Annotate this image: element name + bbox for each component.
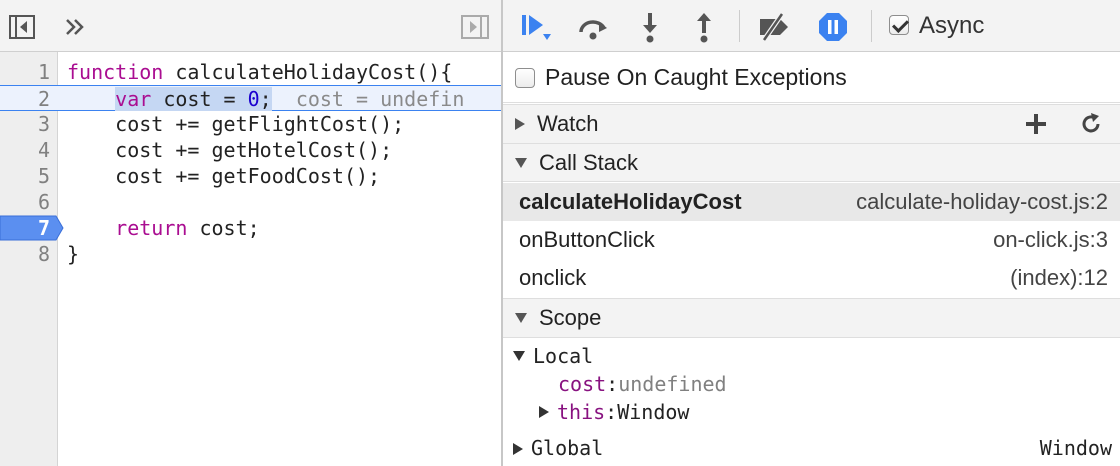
debugger-sidebar: Async Pause On Caught Exceptions Watch C… [503, 0, 1120, 466]
code-line[interactable]: 8} [0, 241, 501, 267]
scope-property-name: this [557, 400, 606, 424]
code-token: ; [259, 87, 272, 111]
code-token: var [115, 87, 152, 111]
scope-local-label: Local [533, 344, 594, 368]
call-stack-title: Call Stack [539, 149, 639, 175]
code-token: return [115, 216, 188, 240]
scope-property[interactable]: cost: undefined [503, 370, 1120, 398]
scope-global-label: Global [531, 436, 604, 460]
expand-triangle-icon [513, 351, 525, 361]
debugger-toolbar: Async [503, 0, 1120, 52]
scope-global-row[interactable]: Global Window [503, 434, 1120, 462]
expand-triangle-icon[interactable] [539, 406, 549, 418]
scope-property-name: cost [558, 372, 607, 396]
line-number: 8 [37, 242, 50, 266]
add-watch-icon[interactable] [1023, 111, 1049, 137]
line-number: 5 [37, 164, 50, 188]
deactivate-breakpoints-icon[interactable] [755, 12, 793, 42]
source-toolbar [0, 0, 501, 52]
watch-section-header[interactable]: Watch [503, 104, 1120, 144]
code-token: cost; [187, 216, 260, 240]
pause-on-exceptions-icon[interactable] [817, 11, 849, 43]
code-text: return cost; [67, 215, 260, 241]
line-number: 7 [37, 216, 50, 240]
code-token: 0 [247, 87, 260, 111]
call-frame[interactable]: onButtonClick on-click.js:3 [503, 221, 1120, 259]
call-frame[interactable]: calculateHolidayCost calculate-holiday-co… [503, 183, 1120, 221]
code-editor[interactable]: 1 function calculateHolidayCost(){2 var c… [0, 59, 501, 459]
code-text: cost += getHotelCost(); [67, 137, 392, 163]
expand-triangle-icon [513, 443, 523, 455]
toggle-debugger-icon[interactable] [460, 14, 490, 40]
code-line[interactable]: 6 [0, 189, 501, 215]
pause-on-caught-label: Pause On Caught Exceptions [545, 64, 847, 90]
call-frame[interactable]: onclick (index):12 [503, 259, 1120, 297]
breakpoint-marker[interactable]: 7 [0, 215, 64, 241]
code-line[interactable]: 5 cost += getFoodCost(); [0, 163, 501, 189]
code-token: cost += getFoodCost(); [67, 164, 381, 188]
code-line[interactable]: 3 cost += getFlightCost(); [0, 111, 501, 137]
toolbar-separator [739, 10, 740, 42]
line-number: 6 [37, 190, 50, 214]
code-token: } [67, 242, 80, 266]
toolbar-separator [871, 10, 872, 42]
code-token: cost = [151, 87, 248, 111]
code-text: function calculateHolidayCost(){ [67, 59, 452, 85]
line-number: 1 [37, 60, 50, 84]
call-stack-section-header[interactable]: Call Stack [503, 144, 1120, 182]
code-line[interactable]: 1 function calculateHolidayCost(){ [0, 59, 501, 85]
code-text: cost += getFoodCost(); [67, 163, 380, 189]
code-text: } [67, 241, 79, 267]
code-token: cost = undefin [295, 87, 465, 111]
collapse-triangle-icon [515, 157, 527, 168]
code-line[interactable]: 7 return cost; [0, 215, 501, 241]
step-over-icon[interactable] [575, 12, 611, 42]
code-line[interactable]: 4 cost += getHotelCost(); [0, 137, 501, 163]
step-into-icon[interactable] [637, 10, 663, 44]
async-label: Async [919, 12, 985, 39]
scope-property-colon: : [606, 372, 619, 396]
scope-global-value: Window [1039, 436, 1112, 460]
line-number: 3 [37, 112, 50, 136]
scope-property-value: undefined [618, 372, 727, 396]
pause-on-caught-row[interactable]: Pause On Caught Exceptions [503, 53, 1120, 103]
code-text: cost += getFlightCost(); [67, 111, 404, 137]
refresh-watch-icon[interactable] [1079, 112, 1103, 136]
scope-property-value: Window [617, 400, 690, 424]
watch-title: Watch [537, 111, 599, 136]
call-frame-location: on-click.js:3 [993, 227, 1108, 252]
call-frame-location: calculate-holiday-cost.js:2 [856, 189, 1108, 214]
scope-property[interactable]: this: Window [503, 398, 1120, 426]
scope-title: Scope [539, 305, 602, 330]
line-number: 2 [37, 87, 50, 111]
code-token: cost += getFlightCost(); [67, 112, 405, 136]
step-out-icon[interactable] [691, 10, 717, 44]
scope-local-row[interactable]: Local [503, 342, 1120, 370]
scope-section-header[interactable]: Scope [503, 298, 1120, 338]
async-checkbox[interactable] [889, 15, 909, 35]
call-frame-name: onclick [519, 265, 587, 290]
code-token: cost += getHotelCost(); [67, 138, 393, 162]
code-token: function [67, 60, 164, 84]
expand-triangle-icon [515, 118, 525, 130]
call-frame-name: onButtonClick [519, 227, 655, 252]
source-panel: 1 function calculateHolidayCost(){2 var c… [0, 0, 501, 466]
code-text: var cost = 0; cost = undefin [67, 86, 464, 112]
code-token: calculateHolidayCost(){ [163, 60, 453, 84]
line-number: 4 [37, 138, 50, 162]
call-frame-name: calculateHolidayCost [519, 189, 742, 214]
pause-on-caught-checkbox[interactable] [515, 67, 535, 88]
code-line[interactable]: 2 var cost = 0; cost = undefin [0, 85, 501, 111]
scope-property-colon: : [605, 400, 618, 424]
resume-icon[interactable] [519, 10, 553, 44]
more-tabs-icon[interactable] [62, 14, 88, 40]
call-frame-location: (index):12 [1010, 265, 1108, 290]
collapse-triangle-icon [515, 313, 527, 323]
toggle-navigator-icon[interactable] [8, 14, 36, 40]
